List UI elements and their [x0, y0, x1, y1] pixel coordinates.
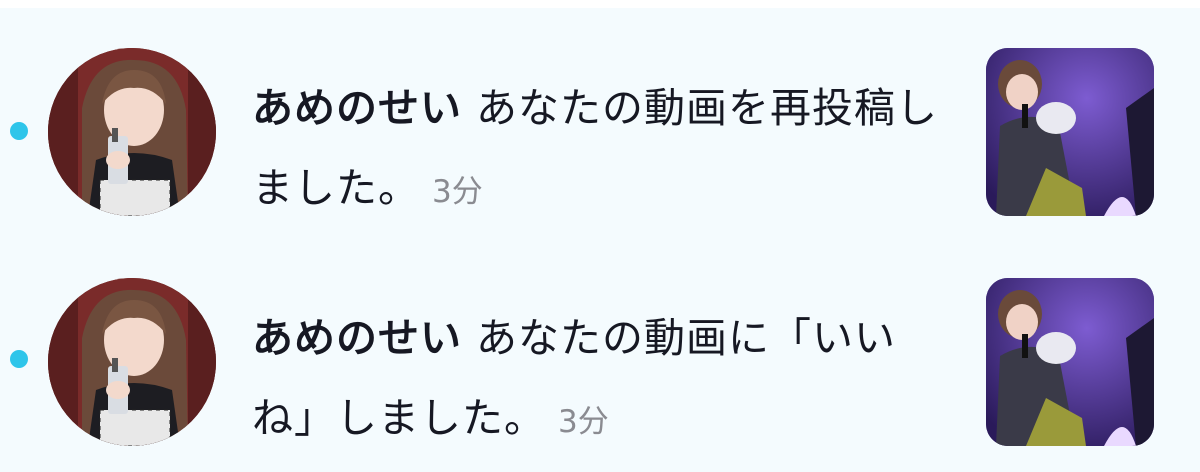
- notification-item-like[interactable]: あめのせい あなたの動画に「いいね」しました。 3分: [0, 246, 1200, 466]
- unread-indicator: [10, 350, 28, 368]
- notification-list: あめのせい あなたの動画を再投稿しました。 3分 あめのせい あなたの動画に「い…: [0, 8, 1200, 472]
- unread-indicator: [10, 122, 28, 140]
- username[interactable]: あめのせい: [252, 84, 462, 132]
- notification-text: あめのせい あなたの動画を再投稿しました。 3分: [252, 68, 952, 232]
- notification-item-repost[interactable]: あめのせい あなたの動画を再投稿しました。 3分: [0, 16, 1200, 236]
- timestamp: 3分: [558, 404, 609, 440]
- user-avatar[interactable]: [48, 48, 216, 216]
- video-thumbnail[interactable]: [986, 278, 1154, 446]
- notification-text: あめのせい あなたの動画に「いいね」しました。 3分: [252, 298, 952, 462]
- video-thumbnail[interactable]: [986, 48, 1154, 216]
- timestamp: 3分: [432, 174, 483, 210]
- user-avatar[interactable]: [48, 278, 216, 446]
- username[interactable]: あめのせい: [252, 314, 462, 362]
